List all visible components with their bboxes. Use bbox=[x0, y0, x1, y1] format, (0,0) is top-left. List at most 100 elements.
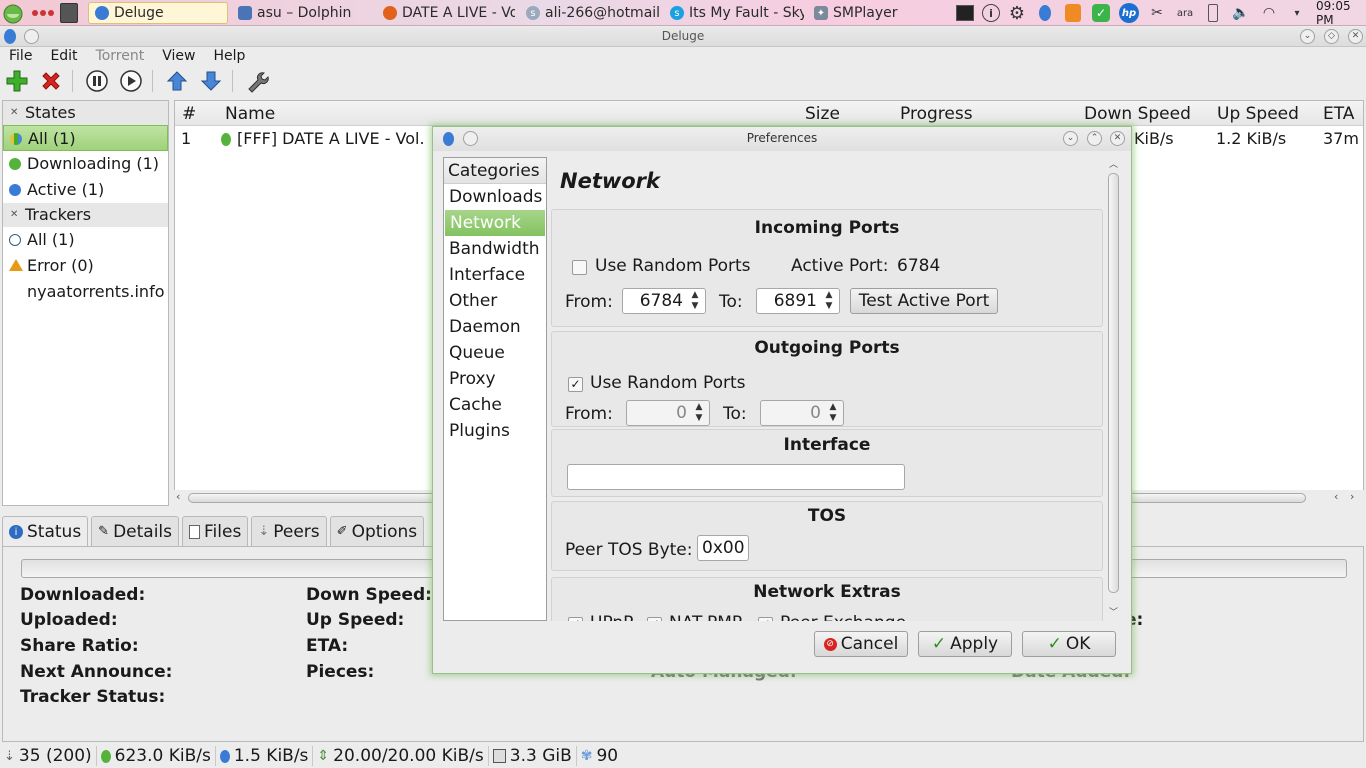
keyboard-layout[interactable]: ara bbox=[1174, 2, 1196, 24]
check-icon[interactable]: ✓ bbox=[1090, 2, 1112, 24]
settings-gear-icon[interactable]: ⚙ bbox=[1006, 2, 1028, 24]
column-size[interactable]: Size bbox=[805, 104, 840, 124]
cancel-button[interactable]: ⊘ Cancel bbox=[814, 631, 908, 657]
task-firefox[interactable]: DATE A LIVE - Vol bbox=[377, 2, 515, 24]
peer-exchange-checkbox[interactable]: ✓ bbox=[758, 617, 773, 621]
category-network[interactable]: Network bbox=[445, 210, 545, 236]
disk-space-status[interactable]: 3.3 GiB bbox=[489, 746, 577, 766]
incoming-random-ports-checkbox[interactable] bbox=[572, 260, 587, 275]
remove-torrent-button[interactable] bbox=[38, 68, 64, 94]
ok-button[interactable]: ✓ OK bbox=[1022, 631, 1116, 657]
tab-status[interactable]: i Status bbox=[2, 516, 89, 547]
volume-icon[interactable]: 🔈 bbox=[1230, 2, 1252, 24]
sidebar-item-downloading[interactable]: Downloading (1) bbox=[3, 151, 168, 177]
info-icon[interactable]: i bbox=[982, 4, 1000, 22]
battery-icon[interactable] bbox=[1202, 2, 1224, 24]
incoming-to-spinner[interactable]: 6891 ▲ ▼ bbox=[756, 288, 840, 314]
pane-scrollbar[interactable]: ︿ ﹀ bbox=[1107, 157, 1121, 621]
add-torrent-button[interactable] bbox=[4, 68, 30, 94]
incoming-from-spinner[interactable]: 6784 ▲ ▼ bbox=[622, 288, 706, 314]
connections-status[interactable]: ⇣ 35 (200) bbox=[0, 746, 97, 766]
scroll-right-icon[interactable]: › bbox=[1350, 490, 1354, 503]
scroll-up-icon[interactable]: ︿ bbox=[1109, 157, 1118, 170]
spinner-arrows-icon[interactable]: ▲ ▼ bbox=[692, 402, 706, 424]
show-desktop-icon[interactable] bbox=[60, 0, 78, 26]
dialog-minimize-button[interactable]: ⌄ bbox=[1063, 131, 1078, 146]
incoming-random-ports-label[interactable]: Use Random Ports bbox=[595, 256, 751, 276]
outgoing-random-ports-checkbox[interactable]: ✓ bbox=[568, 377, 583, 392]
protocol-traffic-status[interactable]: ⇕ 20.00/20.00 KiB/s bbox=[313, 746, 489, 766]
app-launcher[interactable] bbox=[2, 0, 24, 26]
column-eta[interactable]: ETA bbox=[1323, 104, 1354, 124]
close-button[interactable]: ✕ bbox=[1348, 29, 1363, 44]
launcher-icon[interactable] bbox=[2, 2, 24, 24]
terminal-icon[interactable] bbox=[954, 2, 976, 24]
hp-icon[interactable]: hp bbox=[1118, 2, 1140, 24]
menu-file[interactable]: File bbox=[0, 47, 41, 65]
scroll-left-icon[interactable]: ‹ bbox=[176, 490, 180, 503]
preferences-button[interactable] bbox=[244, 68, 270, 94]
download-speed-status[interactable]: 623.0 KiB/s bbox=[97, 746, 216, 766]
queue-down-button[interactable] bbox=[198, 68, 224, 94]
scrollbar-thumb[interactable] bbox=[1108, 173, 1119, 593]
category-proxy[interactable]: Proxy bbox=[444, 366, 546, 392]
sidebar-item-error[interactable]: Error (0) bbox=[3, 253, 168, 279]
column-name[interactable]: Name bbox=[225, 104, 275, 124]
category-plugins[interactable]: Plugins bbox=[444, 418, 546, 444]
scissors-icon[interactable]: ✂ bbox=[1146, 2, 1168, 24]
states-header[interactable]: ✕ States bbox=[3, 101, 168, 125]
menu-edit[interactable]: Edit bbox=[41, 47, 86, 65]
upload-speed-status[interactable]: 1.5 KiB/s bbox=[216, 746, 314, 766]
apply-button[interactable]: ✓ Apply bbox=[918, 631, 1012, 657]
dots-icon[interactable] bbox=[32, 0, 54, 26]
column-down-speed[interactable]: Down Speed bbox=[1084, 104, 1191, 124]
task-skype[interactable]: s Its My Fault - Skyp bbox=[664, 2, 804, 24]
category-daemon[interactable]: Daemon bbox=[444, 314, 546, 340]
column-number[interactable]: # bbox=[182, 104, 196, 124]
resume-button[interactable] bbox=[118, 68, 144, 94]
tab-options[interactable]: ✐ Options bbox=[329, 516, 425, 546]
tab-details[interactable]: ✎ Details bbox=[91, 516, 180, 546]
category-queue[interactable]: Queue bbox=[444, 340, 546, 366]
menu-help[interactable]: Help bbox=[204, 47, 254, 65]
spinner-arrows-icon[interactable]: ▲ ▼ bbox=[822, 290, 836, 312]
peer-exchange-label[interactable]: Peer Exchange bbox=[780, 613, 906, 621]
menu-torrent[interactable]: Torrent bbox=[87, 47, 154, 65]
dht-status[interactable]: ✾ 90 bbox=[577, 746, 622, 766]
category-other[interactable]: Other bbox=[444, 288, 546, 314]
scroll-down-icon[interactable]: ﹀ bbox=[1109, 605, 1118, 618]
outgoing-from-spinner[interactable]: 0 ▲ ▼ bbox=[626, 400, 710, 426]
test-active-port-button[interactable]: Test Active Port bbox=[850, 288, 998, 314]
tab-files[interactable]: Files bbox=[182, 516, 249, 546]
sidebar-item-all[interactable]: All (1) bbox=[3, 125, 168, 151]
column-up-speed[interactable]: Up Speed bbox=[1217, 104, 1299, 124]
task-deluge[interactable]: Deluge bbox=[88, 2, 228, 24]
tray-expand-icon[interactable]: ▾ bbox=[1286, 2, 1308, 24]
queue-up-button[interactable] bbox=[164, 68, 190, 94]
dialog-titlebar[interactable]: Preferences ⌄ ⌃ ✕ bbox=[433, 127, 1131, 151]
sidebar-item-trackers-all[interactable]: All (1) bbox=[3, 227, 168, 253]
category-bandwidth[interactable]: Bandwidth bbox=[444, 236, 546, 262]
category-downloads[interactable]: Downloads bbox=[444, 184, 546, 210]
categories-header[interactable]: Categories bbox=[444, 158, 546, 184]
trackers-header[interactable]: ✕ Trackers bbox=[3, 203, 168, 227]
deluge-tray-icon[interactable] bbox=[1034, 2, 1056, 24]
upnp-label[interactable]: UPnP bbox=[590, 613, 633, 621]
natpmp-checkbox[interactable]: ✓ bbox=[647, 617, 662, 621]
category-cache[interactable]: Cache bbox=[444, 392, 546, 418]
dialog-maximize-button[interactable]: ⌃ bbox=[1087, 131, 1102, 146]
sidebar-item-tracker-host[interactable]: nyaatorrents.info bbox=[3, 279, 168, 305]
interface-input[interactable] bbox=[567, 464, 905, 490]
maximize-button[interactable]: ◇ bbox=[1324, 29, 1339, 44]
task-skype-chat[interactable]: s ali-266@hotmail.c bbox=[520, 2, 660, 24]
outgoing-random-ports-label[interactable]: Use Random Ports bbox=[590, 373, 746, 393]
dialog-close-button[interactable]: ✕ bbox=[1110, 131, 1125, 146]
menu-view[interactable]: View bbox=[153, 47, 204, 65]
category-interface[interactable]: Interface bbox=[444, 262, 546, 288]
peer-tos-input[interactable]: 0x00 bbox=[697, 535, 749, 561]
pause-app-icon[interactable] bbox=[1062, 2, 1084, 24]
clock[interactable]: 09:05 PM bbox=[1316, 0, 1366, 27]
sidebar-item-active[interactable]: Active (1) bbox=[3, 177, 168, 203]
natpmp-label[interactable]: NAT-PMP bbox=[669, 613, 742, 621]
task-dolphin[interactable]: asu – Dolphin bbox=[232, 2, 372, 24]
